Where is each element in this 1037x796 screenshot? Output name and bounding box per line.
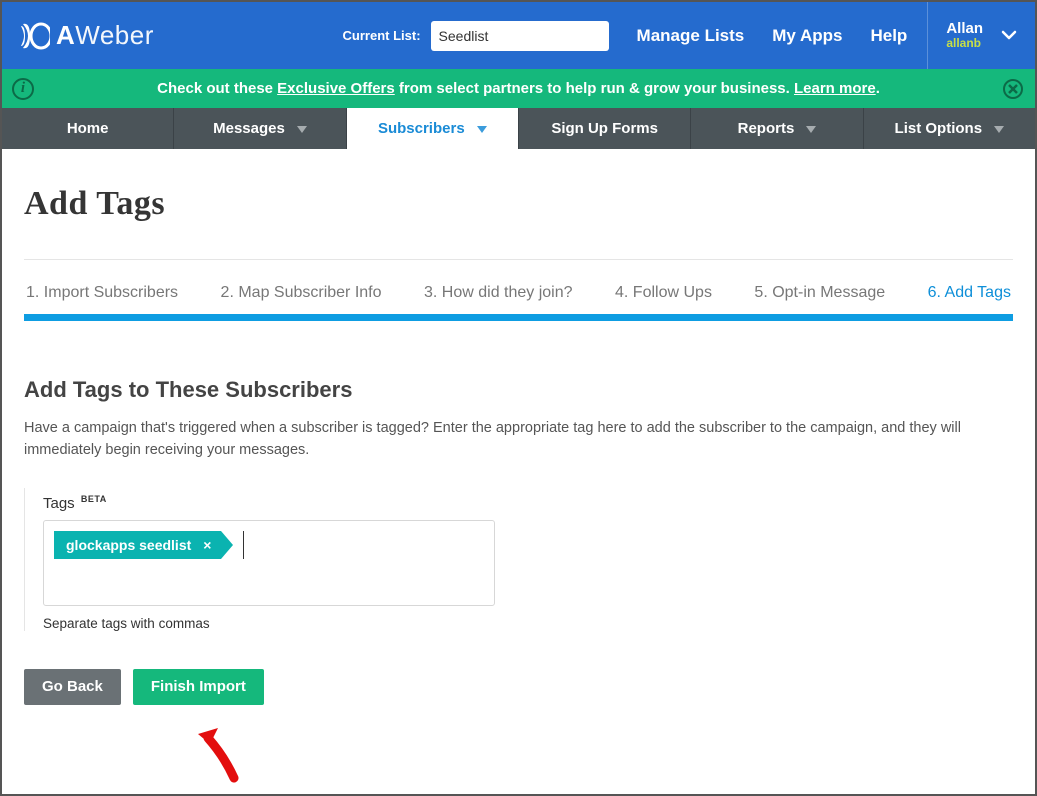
tag-chip: glockapps seedlist × <box>54 531 221 559</box>
nav-manage-lists[interactable]: Manage Lists <box>637 26 745 46</box>
nav-my-apps[interactable]: My Apps <box>772 26 842 46</box>
promo-bar: i Check out these Exclusive Offers from … <box>2 69 1035 108</box>
beta-badge: BETA <box>81 494 107 504</box>
step-follow-ups[interactable]: 4. Follow Ups <box>615 284 712 302</box>
chevron-down-icon <box>994 120 1004 137</box>
tag-chip-label: glockapps seedlist <box>66 537 191 553</box>
nav-reports[interactable]: Reports <box>691 108 863 149</box>
nav-home[interactable]: Home <box>2 108 174 149</box>
page-title: Add Tags <box>24 185 1013 223</box>
tags-field-wrap: Tags BETA glockapps seedlist × Separate … <box>24 488 514 631</box>
current-list-label: Current List: <box>343 28 421 43</box>
promo-link-learn-more[interactable]: Learn more <box>794 80 876 97</box>
list-select-input[interactable] <box>431 21 609 51</box>
import-steps: 1. Import Subscribers 2. Map Subscriber … <box>24 260 1013 314</box>
promo-text: Check out these Exclusive Offers from se… <box>157 80 880 97</box>
topbar: AAWeberWeber Current List: Manage Lists … <box>2 2 1035 69</box>
step-opt-in-message[interactable]: 5. Opt-in Message <box>754 284 885 302</box>
section-title: Add Tags to These Subscribers <box>24 377 1013 403</box>
chevron-down-icon <box>1001 27 1017 45</box>
chevron-down-icon <box>477 120 487 137</box>
progress-bar <box>24 314 1013 321</box>
user-handle: allanb <box>946 37 983 50</box>
top-nav: Manage Lists My Apps Help <box>637 26 908 46</box>
tag-remove-icon[interactable]: × <box>201 537 213 553</box>
chevron-down-icon <box>806 120 816 137</box>
tags-label: Tags BETA <box>43 494 514 512</box>
close-icon[interactable] <box>1003 79 1023 99</box>
nav-messages[interactable]: Messages <box>174 108 346 149</box>
nav-list-options[interactable]: List Options <box>864 108 1035 149</box>
step-import-subscribers[interactable]: 1. Import Subscribers <box>26 284 178 302</box>
user-name: Allan <box>946 21 983 38</box>
step-how-did-they-join[interactable]: 3. How did they join? <box>424 284 573 302</box>
go-back-button[interactable]: Go Back <box>24 669 121 705</box>
main-nav: Home Messages Subscribers Sign Up Forms … <box>2 108 1035 149</box>
tags-input[interactable]: glockapps seedlist × <box>43 520 495 606</box>
page-content: Add Tags 1. Import Subscribers 2. Map Su… <box>2 149 1035 727</box>
tags-hint: Separate tags with commas <box>43 616 514 631</box>
step-map-subscriber-info[interactable]: 2. Map Subscriber Info <box>221 284 382 302</box>
finish-import-button[interactable]: Finish Import <box>133 669 264 705</box>
user-menu[interactable]: Allan allanb <box>927 2 1017 69</box>
list-select[interactable] <box>431 21 609 51</box>
promo-link-offers[interactable]: Exclusive Offers <box>277 80 395 97</box>
nav-subscribers[interactable]: Subscribers <box>347 108 519 149</box>
annotation-arrow-icon <box>190 726 250 784</box>
step-add-tags[interactable]: 6. Add Tags <box>928 284 1011 302</box>
tags-text-input[interactable] <box>243 531 273 559</box>
nav-sign-up-forms[interactable]: Sign Up Forms <box>519 108 691 149</box>
chevron-down-icon <box>297 120 307 137</box>
section-description: Have a campaign that's triggered when a … <box>24 417 1013 462</box>
brand-text: AAWeberWeber <box>56 20 154 51</box>
info-icon: i <box>12 78 34 100</box>
nav-help[interactable]: Help <box>870 26 907 46</box>
aweber-logo-icon <box>20 22 50 50</box>
brand-logo[interactable]: AAWeberWeber <box>20 20 154 51</box>
